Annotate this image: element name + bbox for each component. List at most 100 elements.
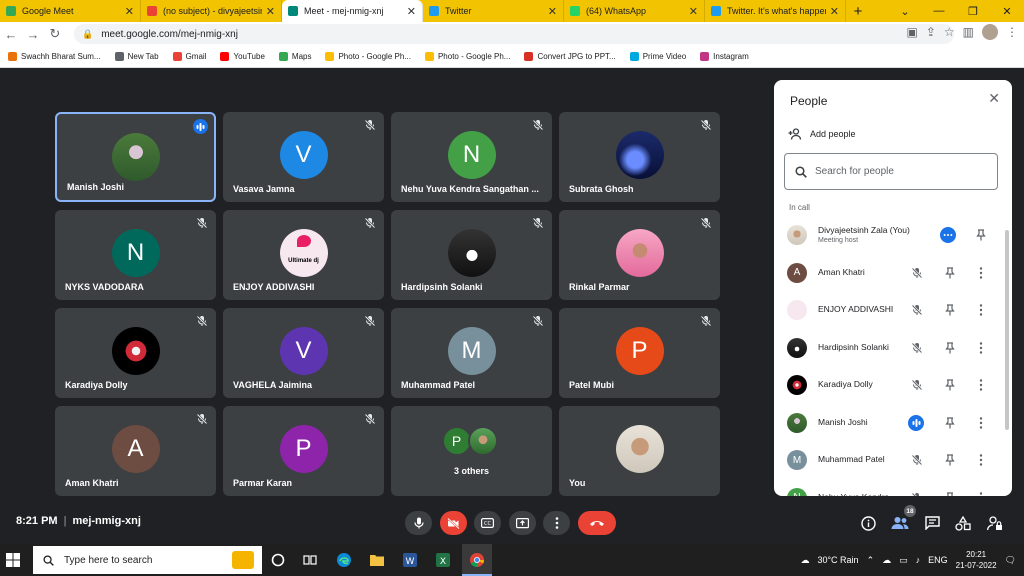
bookmark-item[interactable]: YouTube bbox=[220, 52, 265, 61]
pin-icon[interactable] bbox=[942, 452, 958, 468]
more-vert-icon[interactable] bbox=[973, 340, 989, 356]
mic-off-icon[interactable] bbox=[909, 340, 925, 356]
minimize-icon[interactable]: — bbox=[922, 0, 956, 22]
bookmark-item[interactable]: Prime Video bbox=[629, 52, 686, 61]
tab-close-icon[interactable]: ✕ bbox=[266, 5, 275, 18]
search-people-field[interactable] bbox=[784, 153, 998, 190]
tab-search-icon[interactable]: ⌄ bbox=[888, 0, 922, 22]
restore-icon[interactable]: ❐ bbox=[956, 0, 990, 22]
edge-icon[interactable] bbox=[334, 550, 354, 570]
browser-tab[interactable]: Meet - mej-nmig-xnj ✕ bbox=[282, 0, 423, 22]
bookmark-item[interactable]: Swachh Bharat Sum... bbox=[8, 52, 101, 61]
more-vert-icon[interactable] bbox=[973, 490, 989, 497]
new-tab-icon[interactable]: + bbox=[846, 0, 870, 22]
camera-in-use-icon[interactable]: ▣ bbox=[906, 25, 917, 39]
camera-off-button[interactable] bbox=[440, 511, 467, 535]
chrome-icon[interactable] bbox=[467, 550, 487, 570]
add-people-button[interactable]: Add people bbox=[788, 128, 856, 140]
present-button[interactable] bbox=[509, 511, 536, 535]
sidepanel-icon[interactable]: ▥ bbox=[963, 25, 974, 39]
host-controls-button[interactable] bbox=[986, 514, 1004, 532]
tray-chevron-icon[interactable]: ⌃ bbox=[867, 555, 875, 566]
participant-row[interactable]: A Aman Khatri bbox=[774, 255, 1012, 293]
mic-off-icon[interactable] bbox=[909, 490, 925, 496]
word-icon[interactable]: W bbox=[400, 550, 420, 570]
more-vert-icon[interactable] bbox=[973, 452, 989, 468]
participant-row[interactable]: M Muhammad Patel bbox=[774, 442, 1012, 480]
browser-tab[interactable]: (no subject) - divyajeetsinh ✕ bbox=[141, 0, 282, 22]
notifications-icon[interactable]: 🗨 bbox=[1005, 555, 1016, 566]
tab-close-icon[interactable]: ✕ bbox=[830, 5, 839, 18]
menu-kebab-icon[interactable]: ⋮ bbox=[1006, 25, 1018, 39]
share-icon[interactable]: ⇪ bbox=[926, 25, 936, 39]
forward-icon[interactable]: → bbox=[22, 23, 44, 45]
browser-tab[interactable]: Twitter. It's what's happening ✕ bbox=[705, 0, 846, 22]
pin-icon[interactable] bbox=[942, 377, 958, 393]
cortana-icon[interactable] bbox=[268, 550, 288, 570]
weather-icon[interactable]: ☁ bbox=[800, 555, 809, 566]
more-options-button[interactable] bbox=[543, 511, 570, 535]
participant-row[interactable]: Hardipsinh Solanki bbox=[774, 330, 1012, 368]
browser-tab[interactable]: Twitter ✕ bbox=[423, 0, 564, 22]
participant-tile[interactable]: P Parmar Karan bbox=[223, 406, 384, 496]
mic-off-icon[interactable] bbox=[909, 377, 925, 393]
captions-button[interactable]: CC bbox=[474, 511, 501, 535]
tab-close-icon[interactable]: ✕ bbox=[689, 5, 698, 18]
excel-icon[interactable]: X bbox=[433, 550, 453, 570]
task-view-icon[interactable] bbox=[300, 550, 320, 570]
participant-tile[interactable]: A Aman Khatri bbox=[55, 406, 216, 496]
mic-off-icon[interactable] bbox=[909, 452, 925, 468]
more-actions-icon[interactable] bbox=[940, 227, 956, 243]
participant-tile[interactable]: V VAGHELA Jaimina bbox=[223, 308, 384, 398]
pin-icon[interactable] bbox=[942, 340, 958, 356]
network-icon[interactable]: ▭ bbox=[899, 555, 908, 566]
lock-icon[interactable]: 🔒 bbox=[82, 29, 93, 40]
bookmark-item[interactable]: Gmail bbox=[172, 52, 206, 61]
participant-tile[interactable]: Karadiya Dolly bbox=[55, 308, 216, 398]
participant-tile[interactable]: You bbox=[559, 406, 720, 496]
participant-tile[interactable]: Rinkal Parmar bbox=[559, 210, 720, 300]
weather-text[interactable]: 30°C Rain bbox=[817, 555, 858, 565]
more-vert-icon[interactable] bbox=[973, 265, 989, 281]
participant-tile[interactable]: M Muhammad Patel bbox=[391, 308, 552, 398]
participant-tile[interactable]: V Vasava Jamna bbox=[223, 112, 384, 202]
mic-off-icon[interactable] bbox=[909, 302, 925, 318]
close-panel-icon[interactable]: ✕ bbox=[988, 90, 1000, 107]
more-vert-icon[interactable] bbox=[973, 415, 989, 431]
volume-icon[interactable]: ♪ bbox=[916, 555, 921, 565]
profile-avatar[interactable] bbox=[982, 24, 998, 40]
activities-button[interactable] bbox=[954, 514, 972, 532]
search-people-input[interactable] bbox=[815, 166, 975, 177]
participant-tile[interactable]: Hardipsinh Solanki bbox=[391, 210, 552, 300]
participant-tile[interactable]: P Patel Mubi bbox=[559, 308, 720, 398]
bookmark-item[interactable]: Convert JPG to PPT... bbox=[524, 52, 616, 61]
participant-tile[interactable]: N NYKS VADODARA bbox=[55, 210, 216, 300]
mic-button[interactable] bbox=[405, 511, 432, 535]
participant-tile[interactable]: Manish Joshi bbox=[55, 112, 216, 202]
tab-close-icon[interactable]: ✕ bbox=[548, 5, 557, 18]
reload-icon[interactable]: ↻ bbox=[44, 23, 66, 45]
onedrive-icon[interactable]: ☁ bbox=[882, 555, 891, 566]
pin-icon[interactable] bbox=[942, 302, 958, 318]
participant-row[interactable]: ENJOY ADDIVASHI bbox=[774, 292, 1012, 330]
more-vert-icon[interactable] bbox=[973, 377, 989, 393]
pin-icon[interactable] bbox=[942, 265, 958, 281]
windows-start-icon[interactable] bbox=[6, 553, 20, 567]
participant-tile[interactable]: N Nehu Yuva Kendra Sangathan ... bbox=[391, 112, 552, 202]
participant-row[interactable]: Divyajeetsinh Zala (You) Meeting host bbox=[774, 217, 1012, 255]
people-button[interactable] bbox=[891, 514, 909, 532]
chat-button[interactable] bbox=[923, 514, 941, 532]
url-omnibox[interactable]: 🔒 meet.google.com/mej-nmig-xnj bbox=[74, 24, 954, 44]
language-indicator[interactable]: ENG bbox=[928, 555, 948, 565]
bookmark-item[interactable]: Maps bbox=[278, 52, 311, 61]
taskbar-clock[interactable]: 20:21 21-07-2022 bbox=[956, 549, 997, 571]
taskbar-search-box[interactable]: Type here to search bbox=[33, 546, 262, 574]
bookmark-item[interactable]: Instagram bbox=[700, 52, 749, 61]
bookmark-item[interactable]: New Tab bbox=[114, 52, 159, 61]
participant-tile[interactable]: Ultimate dj ENJOY ADDIVASHI bbox=[223, 210, 384, 300]
bookmark-star-icon[interactable]: ☆ bbox=[944, 25, 955, 39]
close-window-icon[interactable]: ✕ bbox=[990, 0, 1024, 22]
meeting-details-button[interactable] bbox=[859, 514, 877, 532]
bookmark-item[interactable]: Photo - Google Ph... bbox=[424, 52, 510, 61]
browser-tab[interactable]: Google Meet ✕ bbox=[0, 0, 141, 22]
